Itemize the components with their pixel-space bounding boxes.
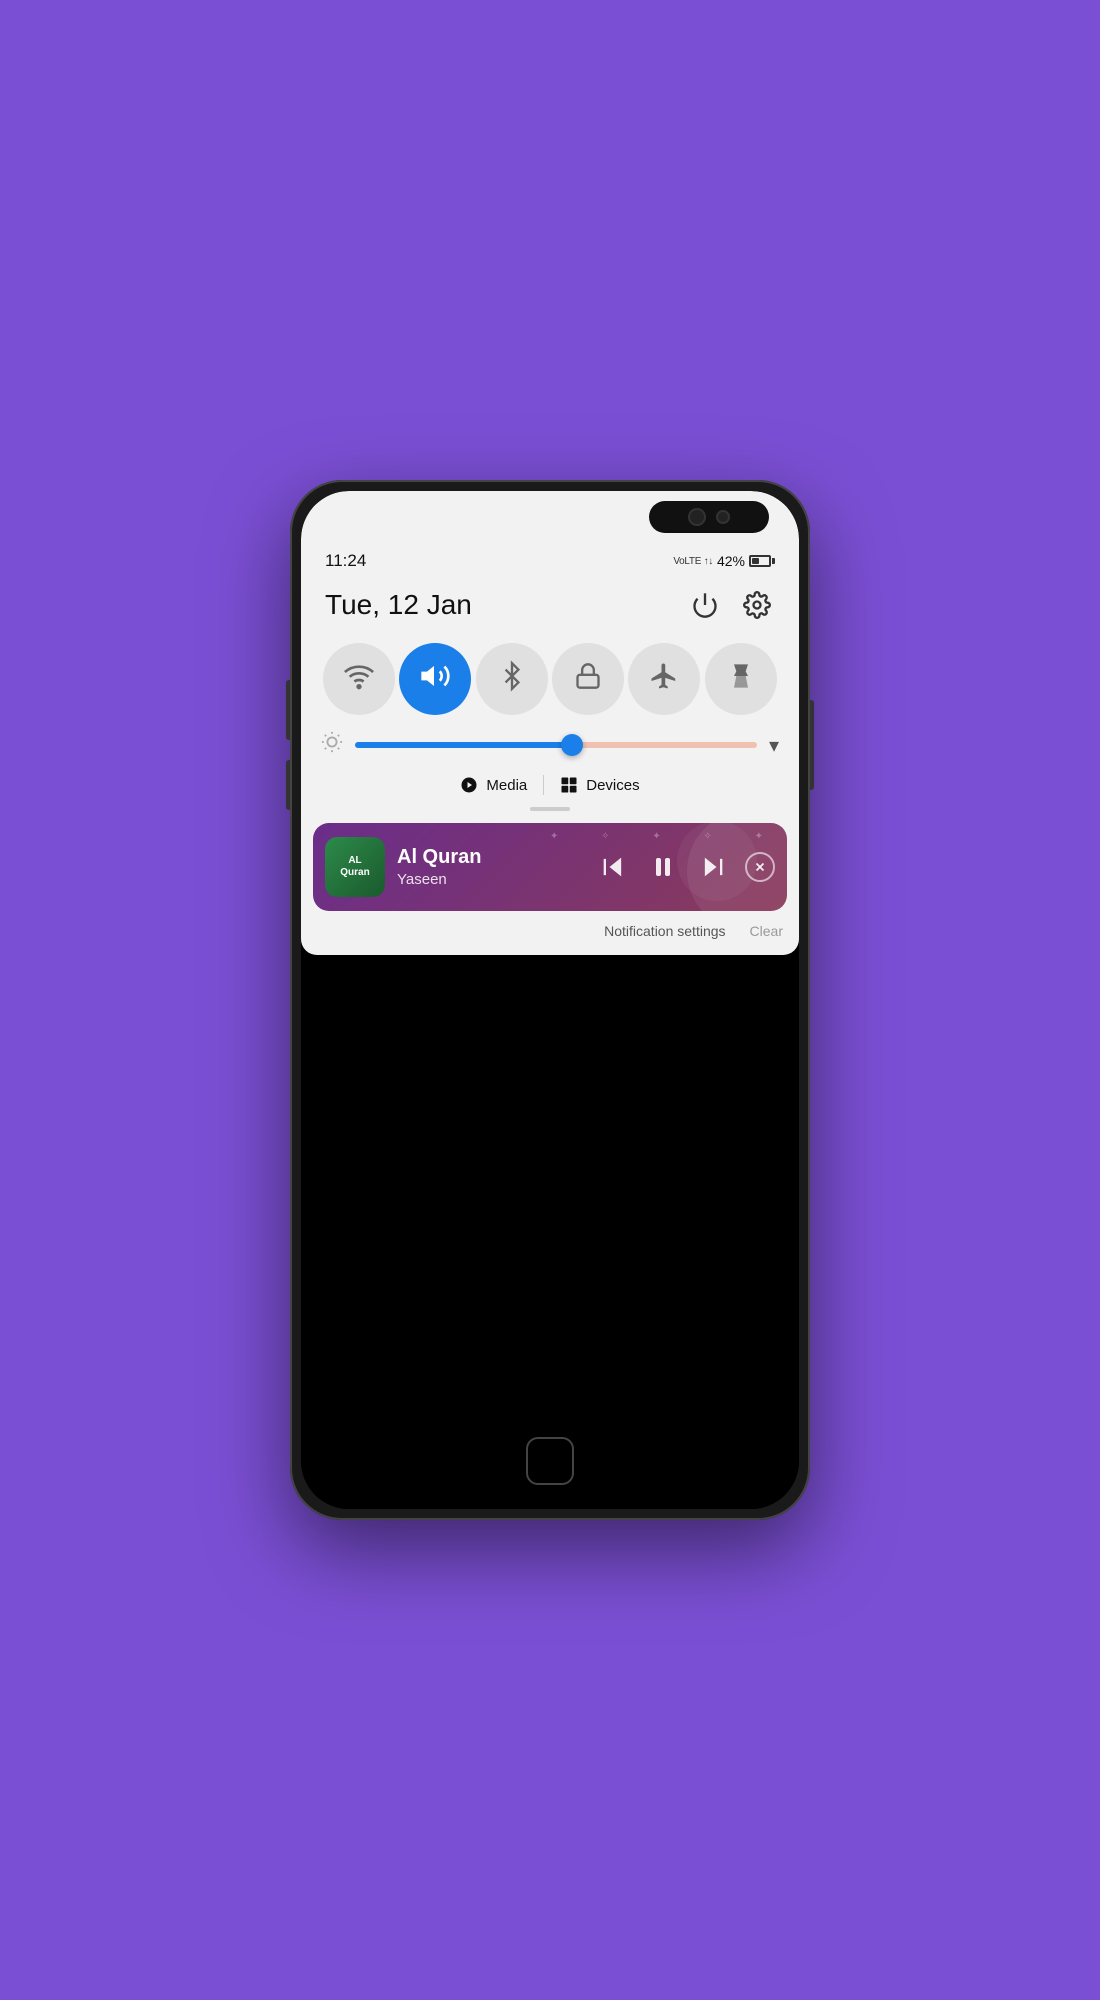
power-button[interactable] xyxy=(687,587,723,623)
clear-button[interactable]: Clear xyxy=(750,923,783,939)
notification-settings-button[interactable]: Notification settings xyxy=(604,923,725,939)
sound-icon xyxy=(419,660,451,699)
bluetooth-toggle[interactable] xyxy=(476,643,548,715)
devices-label: Devices xyxy=(586,777,639,794)
status-icons: VoLTE ↑↓ 42% xyxy=(673,553,775,569)
brightness-icon xyxy=(321,731,343,759)
app-icon-text: ALQuran xyxy=(340,855,369,879)
status-bar: 11:24 VoLTE ↑↓ 42% xyxy=(301,543,799,579)
signal-indicator: VoLTE ↑↓ xyxy=(673,556,713,567)
date-row: Tue, 12 Jan xyxy=(301,579,799,635)
skip-prev-button[interactable] xyxy=(595,849,631,885)
quick-toggles xyxy=(301,635,799,723)
camera-area xyxy=(301,491,799,543)
date-action-icons xyxy=(687,587,775,623)
screen: 11:24 VoLTE ↑↓ 42% Tue, 12 J xyxy=(301,491,799,1509)
battery-level: 42% xyxy=(717,553,745,569)
secondary-camera-lens xyxy=(716,510,730,524)
drag-handle[interactable] xyxy=(530,807,570,811)
flashlight-icon xyxy=(727,660,755,699)
brightness-row: ▾ xyxy=(301,723,799,767)
media-devices-row: Media Devices xyxy=(301,767,799,807)
media-controls xyxy=(595,849,775,885)
media-label: Media xyxy=(486,777,527,794)
bluetooth-icon xyxy=(498,660,526,699)
devices-button[interactable]: Devices xyxy=(560,776,639,794)
wifi-toggle[interactable] xyxy=(323,643,395,715)
notification-info: Al Quran Yaseen xyxy=(397,846,583,888)
notification-panel: 11:24 VoLTE ↑↓ 42% Tue, 12 J xyxy=(301,491,799,955)
notification-card-inner: ALQuran Al Quran Yaseen xyxy=(313,823,787,911)
notification-title: Al Quran xyxy=(397,846,583,869)
brightness-expand-icon[interactable]: ▾ xyxy=(769,733,779,758)
phone-screen: 11:24 VoLTE ↑↓ 42% Tue, 12 J xyxy=(301,491,799,1509)
main-camera-lens xyxy=(688,508,706,526)
date-display: Tue, 12 Jan xyxy=(325,589,472,621)
app-icon: ALQuran xyxy=(325,837,385,897)
lock-icon xyxy=(574,660,602,699)
notification-card: ALQuran Al Quran Yaseen xyxy=(313,823,787,911)
airplane-icon xyxy=(649,661,679,698)
media-divider xyxy=(543,775,544,795)
wifi-icon xyxy=(343,660,375,699)
airplane-toggle[interactable] xyxy=(628,643,700,715)
skip-next-button[interactable] xyxy=(695,849,731,885)
volume-button[interactable] xyxy=(286,760,290,810)
media-button[interactable]: Media xyxy=(460,776,527,794)
settings-button[interactable] xyxy=(739,587,775,623)
pause-button[interactable] xyxy=(645,849,681,885)
screen-lock-toggle[interactable] xyxy=(552,643,624,715)
sound-toggle[interactable] xyxy=(399,643,471,715)
home-button[interactable] xyxy=(526,1437,574,1485)
brightness-slider[interactable] xyxy=(355,742,757,748)
camera-pill xyxy=(649,501,769,533)
brightness-thumb[interactable] xyxy=(561,734,583,756)
phone-frame: 11:24 VoLTE ↑↓ 42% Tue, 12 J xyxy=(290,480,810,1520)
battery-icon xyxy=(749,555,775,567)
notification-close-button[interactable] xyxy=(745,852,775,882)
notification-subtitle: Yaseen xyxy=(397,871,583,888)
notification-actions: Notification settings Clear xyxy=(301,911,799,955)
flashlight-toggle[interactable] xyxy=(705,643,777,715)
status-time: 11:24 xyxy=(325,551,366,571)
